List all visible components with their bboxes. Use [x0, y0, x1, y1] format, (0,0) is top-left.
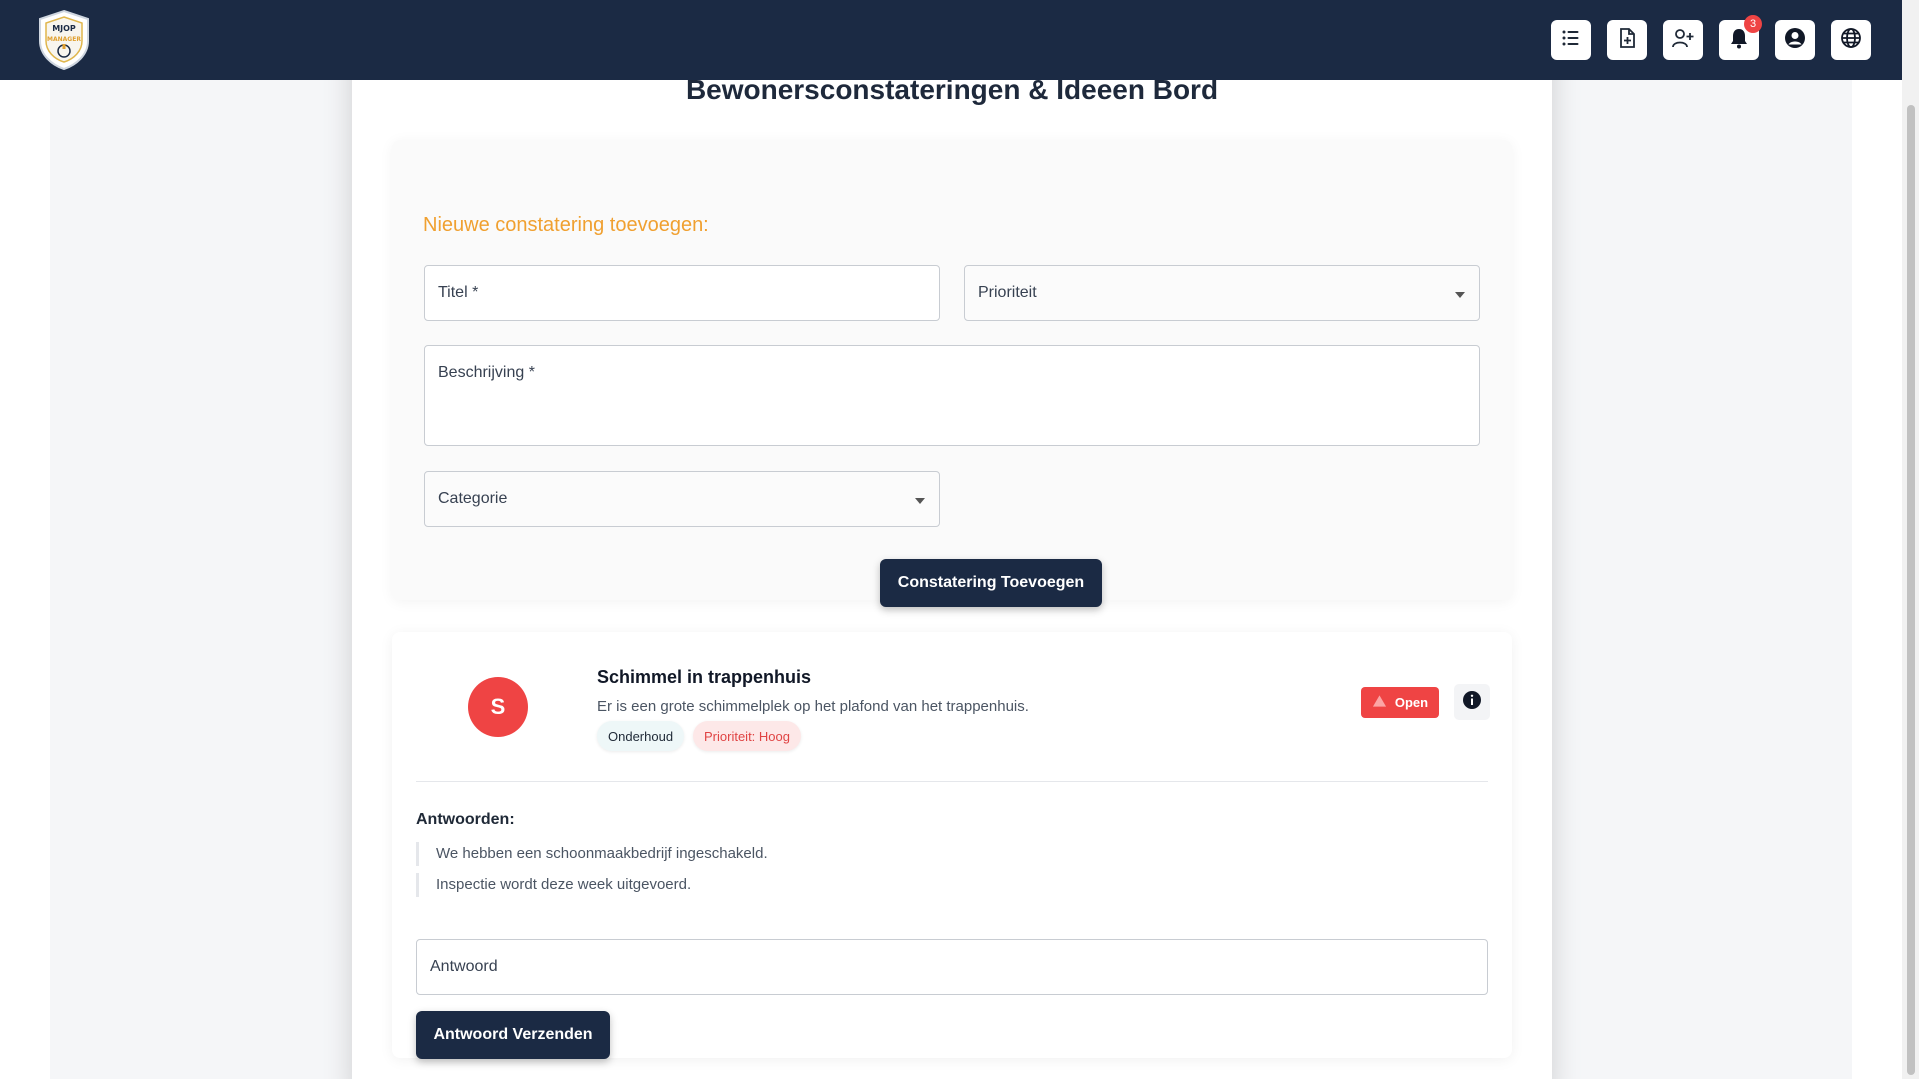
info-icon [1462, 690, 1482, 715]
new-observation-form: Nieuwe constatering toevoegen: Titel * P… [392, 140, 1512, 607]
priority-select-label: Prioriteit [978, 284, 1037, 301]
category-select[interactable]: Categorie [424, 471, 940, 527]
list-button[interactable] [1551, 20, 1591, 60]
priority-select[interactable]: Prioriteit [964, 265, 1480, 321]
answer-item: Inspectie wordt deze week uitgevoerd. [416, 873, 691, 897]
globe-icon [1840, 27, 1862, 54]
page-scrollbar[interactable] [1902, 0, 1919, 1079]
add-user-button[interactable] [1663, 20, 1703, 60]
caret-down-icon [1455, 292, 1465, 298]
scrollbar-thumb[interactable] [1907, 105, 1915, 1075]
new-document-button[interactable] [1607, 20, 1647, 60]
divider [416, 781, 1488, 782]
warning-icon [1372, 694, 1387, 711]
language-button[interactable] [1831, 20, 1871, 60]
status-badge-label: Open [1394, 695, 1429, 710]
priority-tag: Prioriteit: Hoog [693, 721, 801, 751]
main-card: Bewonersconstateringen & Ideeen Bord Nie… [352, 40, 1552, 1079]
title-input-label: Titel * [438, 284, 479, 301]
info-button[interactable] [1454, 684, 1490, 720]
form-heading: Nieuwe constatering toevoegen: [423, 214, 709, 236]
category-tag: Onderhoud [597, 721, 685, 751]
file-plus-icon [1616, 27, 1638, 54]
reply-input-label: Antwoord [430, 958, 498, 975]
notification-count-badge: 3 [1744, 15, 1762, 33]
svg-text:MJOP: MJOP [52, 24, 76, 33]
notifications-button[interactable]: 3 [1719, 15, 1762, 60]
svg-text:MANAGER: MANAGER [47, 36, 81, 43]
observation-title: Schimmel in trappenhuis [597, 667, 812, 687]
top-navigation-bar: MJOP MANAGER 3 [0, 0, 1902, 80]
reply-input[interactable]: Antwoord [416, 939, 1488, 995]
app-logo[interactable]: MJOP MANAGER [36, 9, 92, 71]
category-select-label: Categorie [438, 490, 508, 507]
description-textarea-label: Beschrijving * [438, 364, 535, 381]
list-icon [1560, 27, 1582, 54]
answer-item: We hebben een schoonmaakbedrijf ingescha… [416, 842, 768, 866]
description-textarea[interactable]: Beschrijving * [424, 345, 1480, 446]
observation-card: S Schimmel in trappenhuis Er is een grot… [392, 632, 1512, 1059]
add-observation-button[interactable]: Constatering Toevoegen [880, 559, 1102, 607]
avatar: S [468, 677, 528, 737]
account-button[interactable] [1775, 20, 1815, 60]
user-plus-icon [1671, 27, 1695, 54]
viewport: Bewonersconstateringen & Ideeen Bord Nie… [0, 0, 1902, 1079]
observation-description: Er is een grote schimmelplek op het plaf… [597, 698, 1029, 715]
send-reply-button[interactable]: Antwoord Verzenden [416, 1011, 610, 1059]
account-icon [1784, 27, 1806, 54]
answers-heading: Antwoorden: [416, 811, 515, 828]
caret-down-icon [915, 498, 925, 504]
status-badge: Open [1361, 687, 1439, 718]
title-input[interactable]: Titel * [424, 265, 940, 321]
